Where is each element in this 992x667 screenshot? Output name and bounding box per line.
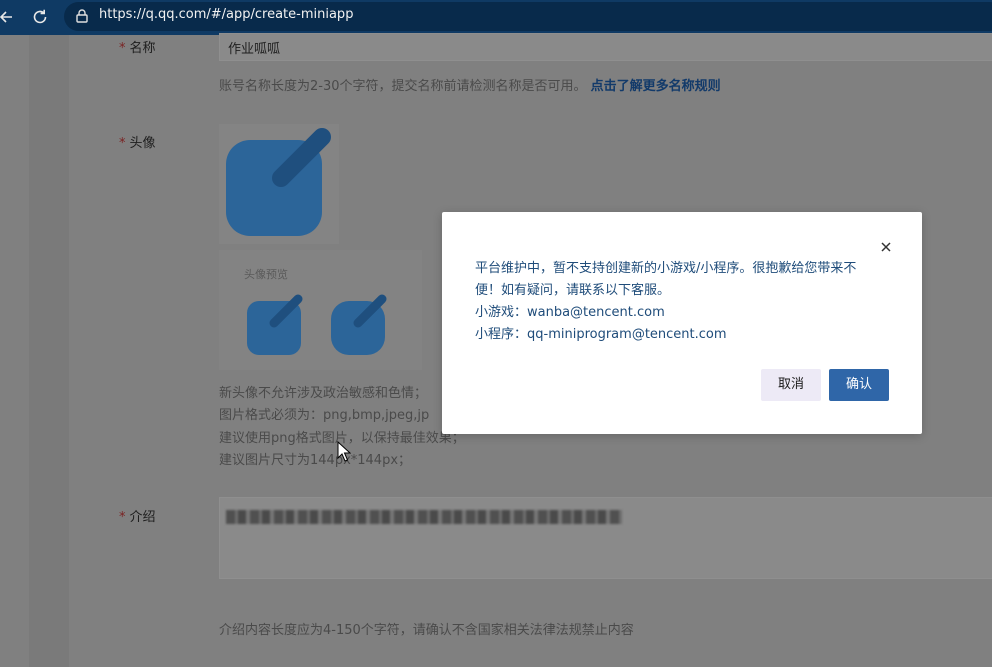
preview-rounded-icon — [331, 294, 387, 355]
address-bar[interactable]: https://q.qq.com/#/app/create-miniapp — [64, 2, 992, 31]
name-input-value: 作业呱呱 — [228, 42, 281, 57]
miniprogram-support-email: 小程序：qq-miniprogram@tencent.com — [475, 327, 727, 342]
cancel-button[interactable]: 取消 — [761, 369, 821, 401]
name-hint: 账号名称长度为2-30个字符，提交名称前请检测名称是否可用。 点击了解更多名称规… — [219, 79, 721, 94]
intro-label: * 介绍 — [119, 510, 156, 525]
avatar-hint-4: 建议图片尺寸为144px*144px； — [219, 453, 412, 468]
app-logo-icon — [226, 128, 331, 236]
url-text[interactable]: https://q.qq.com/#/app/create-miniapp — [99, 7, 353, 22]
avatar-label: * 头像 — [119, 136, 156, 151]
redacted-intro-text — [226, 510, 622, 524]
dialog-message: 平台维护中，暂不支持创建新的小游戏/小程序。很抱歉给您带来不 便！如有疑问，请联… — [475, 258, 895, 346]
game-support-email: 小游戏：wanba@tencent.com — [475, 305, 665, 320]
avatar-hint-1: 新头像不允许涉及政治敏感和色情； — [219, 386, 428, 401]
required-mark: * — [119, 136, 126, 151]
back-arrow-icon[interactable] — [0, 9, 16, 25]
intro-hint: 介绍内容长度应为4-150个字符，请确认不含国家相关法律法规禁止内容 — [219, 623, 634, 638]
maintenance-dialog: 平台维护中，暂不支持创建新的小游戏/小程序。很抱歉给您带来不 便！如有疑问，请联… — [442, 212, 922, 434]
preview-label: 头像预览 — [244, 268, 288, 281]
name-input[interactable]: 作业呱呱 — [219, 33, 992, 61]
name-rules-link[interactable]: 点击了解更多名称规则 — [591, 79, 721, 94]
left-sidebar — [29, 35, 69, 667]
message-line: 便！如有疑问，请联系以下客服。 — [475, 283, 671, 298]
mouse-cursor-icon — [337, 441, 351, 462]
lock-icon[interactable] — [74, 8, 90, 24]
required-mark: * — [119, 41, 126, 56]
avatar-upload[interactable] — [219, 124, 339, 244]
avatar-hint-2: 图片格式必须为：png,bmp,jpeg,jp — [219, 408, 430, 423]
confirm-button[interactable]: 确认 — [829, 369, 889, 401]
name-label: * 名称 — [119, 41, 156, 56]
preview-square-icon — [247, 294, 303, 355]
avatar-preview: 头像预览 — [219, 250, 422, 370]
browser-toolbar: https://q.qq.com/#/app/create-miniapp — [0, 0, 992, 35]
reload-icon[interactable] — [31, 8, 49, 26]
required-mark: * — [119, 510, 126, 525]
close-icon[interactable] — [879, 240, 893, 254]
message-line: 平台维护中，暂不支持创建新的小游戏/小程序。很抱歉给您带来不 — [475, 261, 857, 276]
